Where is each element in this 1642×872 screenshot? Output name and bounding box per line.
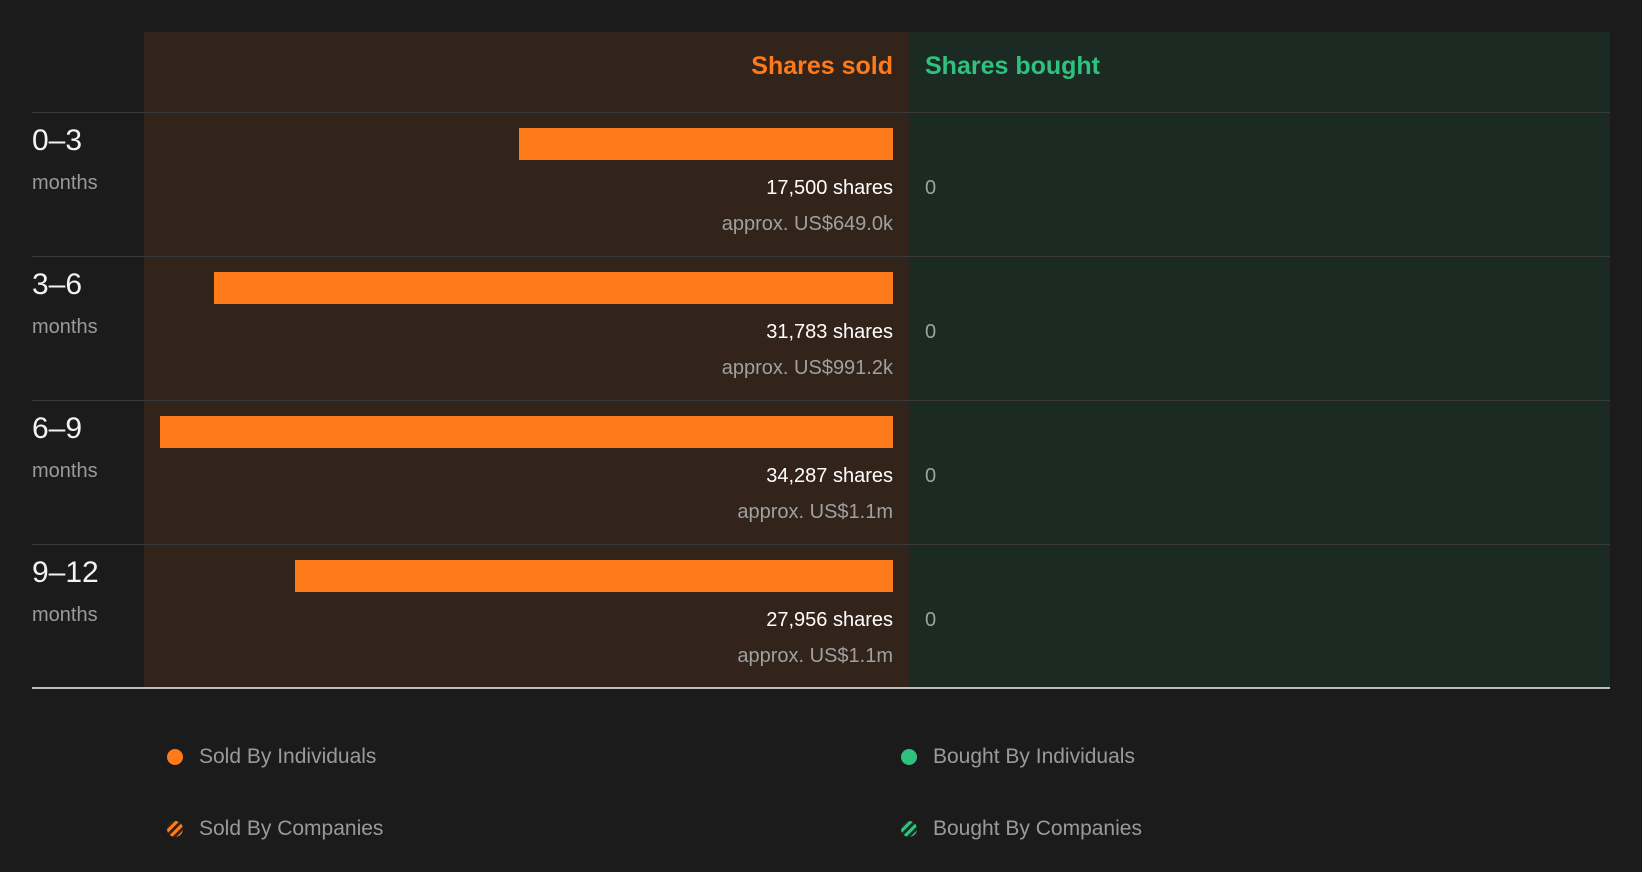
shares-bought-header: Shares bought <box>925 52 1101 80</box>
shares-bought-count: 0 <box>925 177 937 199</box>
shares-sold-bar <box>295 560 893 592</box>
shares-sold-header: Shares sold <box>751 52 893 80</box>
period-range: 6–9 <box>32 412 83 445</box>
legend-label: Sold By Companies <box>199 817 384 840</box>
legend-sold-individuals: Sold By Individuals <box>167 745 376 769</box>
period-unit: months <box>32 172 98 194</box>
shares-sold-bar <box>519 128 893 160</box>
period-unit: months <box>32 604 98 626</box>
shares-sold-bar <box>160 416 893 448</box>
shares-sold-count: 17,500 shares <box>766 177 893 199</box>
period-unit: months <box>32 316 98 338</box>
period-row: 3–6 months 31,783 shares approx. US$991.… <box>0 256 1642 400</box>
shares-sold-bar <box>214 272 893 304</box>
shares-sold-count: 27,956 shares <box>766 609 893 631</box>
legend-sold-companies: Sold By Companies <box>167 817 383 841</box>
shares-sold-value: approx. US$1.1m <box>737 501 893 523</box>
legend-label: Bought By Individuals <box>933 745 1135 768</box>
green-dot-icon <box>901 749 917 765</box>
orange-striped-dot-icon <box>167 821 183 837</box>
period-row: 0–3 months 17,500 shares approx. US$649.… <box>0 112 1642 256</box>
legend-bought-companies: Bought By Companies <box>901 817 1142 841</box>
legend-label: Bought By Companies <box>933 817 1142 840</box>
period-range: 3–6 <box>32 268 83 301</box>
period-range: 0–3 <box>32 124 83 157</box>
period-range: 9–12 <box>32 556 99 589</box>
shares-bought-count: 0 <box>925 609 937 631</box>
shares-bought-count: 0 <box>925 321 937 343</box>
period-row: 6–9 months 34,287 shares approx. US$1.1m… <box>0 400 1642 544</box>
period-unit: months <box>32 460 98 482</box>
shares-sold-value: approx. US$991.2k <box>721 357 893 379</box>
period-row: 9–12 months 27,956 shares approx. US$1.1… <box>0 544 1642 688</box>
green-striped-dot-icon <box>901 821 917 837</box>
legend-label: Sold By Individuals <box>199 745 377 768</box>
legend-bought-individuals: Bought By Individuals <box>901 745 1135 769</box>
shares-sold-value: approx. US$1.1m <box>737 645 893 667</box>
shares-sold-count: 31,783 shares <box>766 321 893 343</box>
shares-sold-count: 34,287 shares <box>766 465 893 487</box>
shares-bought-count: 0 <box>925 465 937 487</box>
shares-sold-value: approx. US$649.0k <box>721 213 893 235</box>
orange-dot-icon <box>167 749 183 765</box>
